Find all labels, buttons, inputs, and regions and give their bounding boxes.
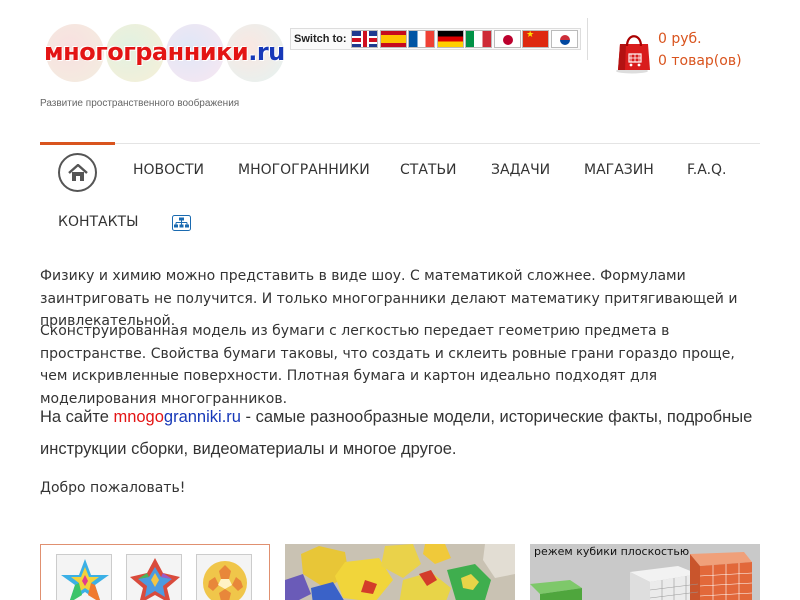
fr-flag-icon[interactable]: [408, 30, 436, 48]
snub-polyhedron-image: [203, 561, 247, 600]
star-polyhedron-image: [130, 558, 180, 600]
nav-item-news[interactable]: Новости: [133, 162, 204, 178]
header-divider: [587, 18, 588, 60]
gb-flag-icon[interactable]: [351, 30, 379, 48]
site-logo[interactable]: многогранники.ru: [40, 24, 290, 88]
intro-paragraph-3: На сайте mnogogranniki.ru - самые разноо…: [40, 401, 765, 465]
paper-polyhedra-photo: [285, 544, 515, 600]
nav-item-shop[interactable]: Магазин: [584, 162, 654, 178]
nav-item-tasks[interactable]: Задачи: [491, 162, 550, 178]
jp-flag-icon[interactable]: [493, 30, 521, 48]
nav-active-indicator: [40, 142, 115, 145]
cube-sections-caption: режем кубики плоскостью: [534, 545, 690, 558]
intro-paragraph-3-prefix: На сайте: [40, 408, 114, 426]
cn-flag-icon[interactable]: [522, 30, 550, 48]
language-switcher-label: Switch to:: [294, 33, 347, 45]
polyhedron-thumbnail[interactable]: [126, 554, 182, 600]
paper-models-card[interactable]: [285, 544, 515, 600]
polyhedron-thumbnail[interactable]: [196, 554, 252, 600]
shopping-bag-icon[interactable]: [614, 30, 654, 74]
nav-home-button[interactable]: [58, 153, 97, 192]
logo-text-main: многогранники: [44, 38, 249, 66]
it-flag-icon[interactable]: [465, 30, 493, 48]
nav-item-polyhedra[interactable]: Многогранники: [238, 162, 370, 178]
cart-total[interactable]: 0 руб.: [658, 31, 702, 47]
welcome-text: Добро пожаловать!: [40, 480, 186, 496]
nav-item-articles[interactable]: Статьи: [400, 162, 457, 178]
home-icon: [67, 163, 88, 181]
cube-sections-card[interactable]: режем кубики плоскостью: [530, 544, 760, 600]
es-flag-icon[interactable]: [379, 30, 407, 48]
star-polyhedron-image: [61, 559, 109, 600]
site-tagline: Развитие пространственного воображения: [40, 98, 240, 109]
logo-text-domain: .ru: [248, 38, 285, 66]
polyhedra-models-card[interactable]: [40, 544, 270, 600]
language-switcher: Switch to:: [290, 28, 581, 50]
polyhedron-thumbnail[interactable]: [56, 554, 112, 600]
logo-text: многогранники.ru: [44, 38, 285, 66]
site-brand-link-blue[interactable]: granniki.ru: [164, 408, 241, 426]
cart-items-count[interactable]: 0 товар(ов): [658, 53, 742, 69]
kr-flag-icon[interactable]: [550, 30, 578, 48]
nav-top-border: [40, 143, 760, 144]
intro-paragraph-2: Сконструированная модель из бумаги с лег…: [40, 323, 735, 407]
sitemap-icon[interactable]: [172, 215, 191, 231]
nav-item-contacts[interactable]: Контакты: [58, 214, 138, 230]
nav-item-faq[interactable]: F.A.Q.: [687, 162, 727, 178]
site-brand-link-red[interactable]: mnogo: [113, 408, 163, 426]
de-flag-icon[interactable]: [436, 30, 464, 48]
